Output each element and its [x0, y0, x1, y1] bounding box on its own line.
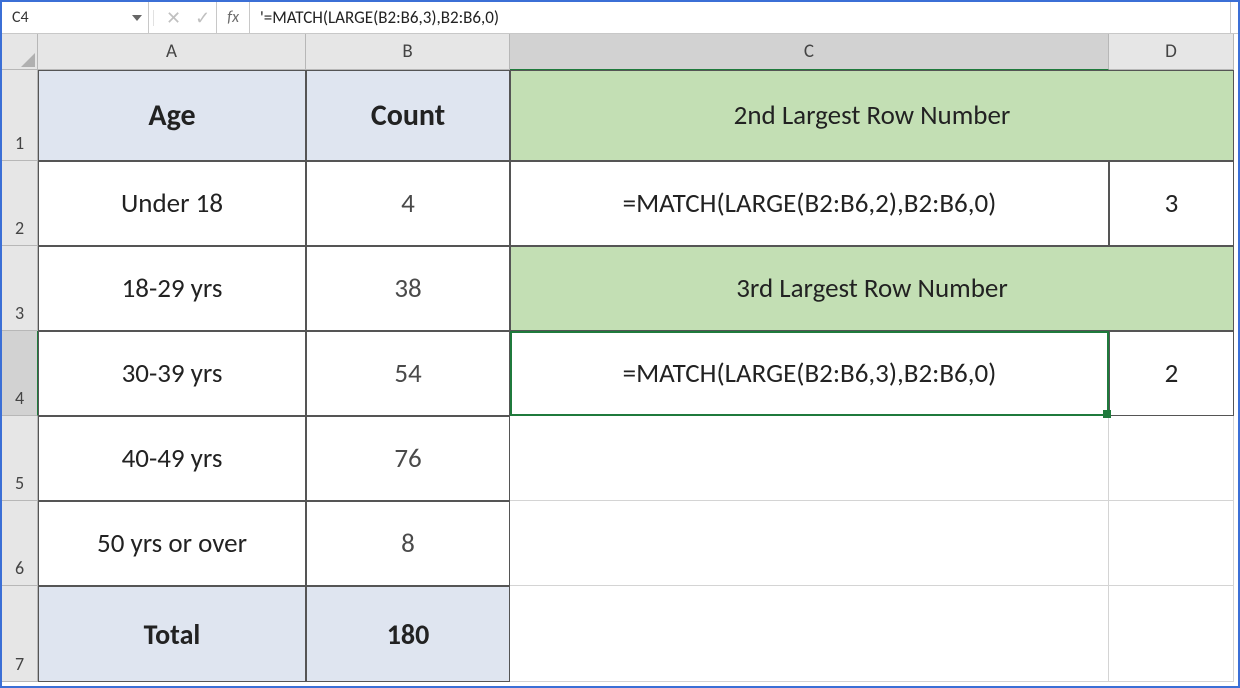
column-header-B[interactable]: B: [306, 34, 510, 70]
row-header-7[interactable]: 7: [2, 586, 38, 682]
row-headers: 1 2 3 4 5 6 7: [2, 70, 38, 686]
cell-B5[interactable]: 76: [306, 416, 510, 501]
cell-C4[interactable]: =MATCH(LARGE(B2:B6,3),B2:B6,0): [510, 331, 1109, 416]
cell-C1[interactable]: 2nd Largest Row Number: [510, 70, 1234, 161]
cell-D2[interactable]: 3: [1109, 161, 1234, 246]
cell-B6[interactable]: 8: [306, 501, 510, 586]
cell-A3[interactable]: 18-29 yrs: [38, 246, 306, 331]
enter-icon[interactable]: ✓: [195, 9, 210, 27]
cell-C2[interactable]: =MATCH(LARGE(B2:B6,2),B2:B6,0): [510, 161, 1109, 246]
cell-B4[interactable]: 54: [306, 331, 510, 416]
grid-area: A B C D 1 2 3 4 5 6 7 Age Count 2nd Larg…: [2, 34, 1238, 686]
formula-bar: C4 ✕ ✓ fx '=MATCH(LARGE(B2:B6,3),B2:B6,0…: [2, 2, 1238, 34]
cell-C6[interactable]: [510, 501, 1109, 586]
cancel-icon[interactable]: ✕: [166, 9, 181, 27]
formula-text: '=MATCH(LARGE(B2:B6,3),B2:B6,0): [260, 7, 499, 28]
cell-B3[interactable]: 38: [306, 246, 510, 331]
cell-C7[interactable]: [510, 586, 1109, 682]
row-header-1[interactable]: 1: [2, 70, 38, 161]
cell-B1[interactable]: Count: [306, 70, 510, 161]
name-box[interactable]: C4: [2, 2, 149, 33]
formula-bar-buttons: ✕ ✓: [149, 2, 217, 33]
cell-B2[interactable]: 4: [306, 161, 510, 246]
cell-B7[interactable]: 180: [306, 586, 510, 682]
cell-C3[interactable]: 3rd Largest Row Number: [510, 246, 1234, 331]
formula-input[interactable]: '=MATCH(LARGE(B2:B6,3),B2:B6,0): [250, 2, 1230, 33]
column-header-A[interactable]: A: [38, 34, 306, 70]
cell-A7[interactable]: Total: [38, 586, 306, 682]
row-header-6[interactable]: 6: [2, 501, 38, 586]
cell-A6[interactable]: 50 yrs or over: [38, 501, 306, 586]
row-header-4[interactable]: 4: [2, 331, 38, 416]
cell-A1[interactable]: Age: [38, 70, 306, 161]
row-header-3[interactable]: 3: [2, 246, 38, 331]
cell-D6[interactable]: [1109, 501, 1234, 586]
row-header-5[interactable]: 5: [2, 416, 38, 501]
excel-window: C4 ✕ ✓ fx '=MATCH(LARGE(B2:B6,3),B2:B6,0…: [0, 0, 1240, 688]
cell-C5[interactable]: [510, 416, 1109, 501]
name-box-value: C4: [12, 8, 29, 27]
name-box-dropdown-icon[interactable]: [132, 15, 142, 21]
fx-label: fx: [227, 8, 239, 27]
cell-D4[interactable]: 2: [1109, 331, 1234, 416]
column-header-C[interactable]: C: [510, 34, 1109, 70]
cells-grid[interactable]: Age Count 2nd Largest Row Number Under 1…: [38, 70, 1238, 686]
column-header-D[interactable]: D: [1109, 34, 1234, 70]
cell-D7[interactable]: [1109, 586, 1234, 682]
cell-A2[interactable]: Under 18: [38, 161, 306, 246]
formula-bar-expand[interactable]: [1230, 2, 1238, 33]
separator: [153, 10, 154, 26]
row-header-2[interactable]: 2: [2, 161, 38, 246]
cell-D5[interactable]: [1109, 416, 1234, 501]
cell-A5[interactable]: 40-49 yrs: [38, 416, 306, 501]
fx-button[interactable]: fx: [217, 2, 250, 33]
select-all-corner[interactable]: [2, 34, 38, 70]
cell-A4[interactable]: 30-39 yrs: [38, 331, 306, 416]
column-headers: A B C D: [38, 34, 1234, 70]
